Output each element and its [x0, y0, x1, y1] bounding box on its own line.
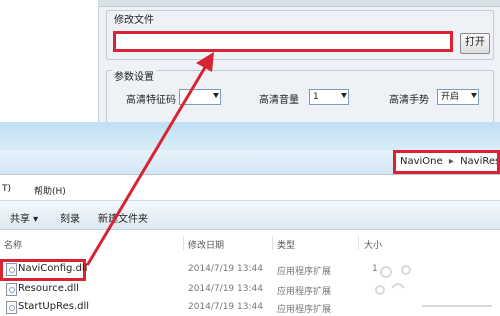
file-date: 2014/7/19 13:44 — [188, 264, 263, 274]
file-type: 应用程序扩展 — [277, 267, 332, 277]
hd-volume-label: 高清音量 — [259, 95, 299, 106]
menu-tools[interactable]: T) — [2, 184, 11, 194]
column-header-size[interactable]: 大小 — [364, 238, 382, 251]
menu-bar: T) 帮助(H) — [0, 182, 500, 197]
new-folder-button[interactable]: 新建文件夹 — [98, 210, 148, 225]
hd-volume-value: 1 — [313, 92, 319, 102]
hd-volume-select[interactable]: 1 — [309, 89, 349, 105]
file-date: 2014/7/19 13:44 — [188, 284, 263, 294]
breadcrumb-separator-icon: ▸ — [448, 156, 454, 167]
chevron-down-icon — [471, 93, 477, 98]
modify-file-group-title: 修改文件 — [112, 11, 156, 26]
explorer-titlebar — [0, 122, 500, 150]
dll-file-icon — [6, 263, 17, 276]
menu-help[interactable]: 帮助(H) — [34, 184, 66, 197]
chevron-down-icon — [341, 93, 347, 98]
breadcrumb-item-naviresfile[interactable]: NaviResFile — [460, 156, 497, 167]
dll-file-icon — [6, 301, 17, 314]
hd-gesture-label: 高清手势 — [389, 95, 429, 106]
hd-marker-select[interactable] — [179, 89, 221, 105]
tool-window-top-strip — [98, 0, 500, 7]
breadcrumb[interactable]: NaviOne ▸ NaviResFile — [393, 150, 500, 174]
hd-gesture-select[interactable]: 开启 — [437, 89, 479, 105]
watermark-logo — [375, 265, 492, 307]
file-type: 应用程序扩展 — [277, 287, 332, 297]
breadcrumb-item-navione[interactable]: NaviOne — [400, 156, 443, 167]
file-name[interactable]: StartUpRes.dll — [18, 301, 89, 312]
dll-file-icon — [6, 283, 17, 296]
column-divider[interactable] — [183, 236, 184, 250]
column-header-row: 名称 修改日期 类型 大小 — [0, 232, 500, 252]
file-name[interactable]: NaviConfig.dll — [18, 263, 87, 274]
column-header-date[interactable]: 修改日期 — [188, 238, 224, 251]
params-group-title: 参数设置 — [112, 68, 156, 83]
column-header-type[interactable]: 类型 — [277, 238, 295, 251]
column-divider[interactable] — [272, 236, 273, 250]
burn-button[interactable]: 刻录 — [60, 210, 80, 225]
open-button[interactable]: 打开 — [460, 33, 490, 54]
file-type: 应用程序扩展 — [277, 305, 332, 315]
file-path-input[interactable] — [113, 31, 453, 52]
column-divider[interactable] — [358, 236, 359, 250]
chevron-down-icon — [213, 93, 219, 98]
file-date: 2014/7/19 13:44 — [188, 302, 263, 312]
file-name[interactable]: Resource.dll — [18, 283, 79, 294]
share-button[interactable]: 共享 ▾ — [10, 210, 38, 225]
hd-marker-label: 高清特征码 — [126, 95, 176, 106]
hd-gesture-value: 开启 — [441, 92, 460, 102]
column-header-name[interactable]: 名称 — [4, 238, 22, 251]
